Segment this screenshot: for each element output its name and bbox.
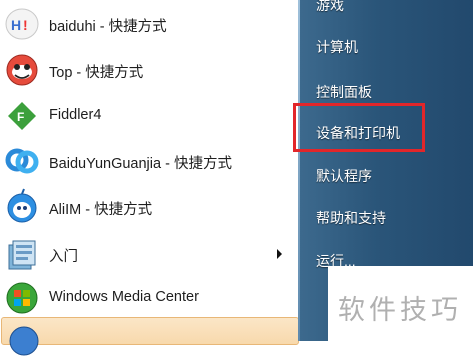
aliim-icon <box>7 188 37 223</box>
program-item-aliim[interactable]: AliIM - 快捷方式 <box>0 185 298 229</box>
program-label: Fiddler4 <box>49 107 102 123</box>
program-label: 入门 <box>49 249 78 265</box>
svg-text:!: ! <box>23 17 28 33</box>
menu-item-help-and-support[interactable]: 帮助和支持 <box>316 208 386 228</box>
baiduyun-icon <box>5 148 39 174</box>
partial-program-icon <box>9 326 39 356</box>
program-label: baiduhi - 快捷方式 <box>49 19 167 35</box>
svg-text:H: H <box>11 17 21 33</box>
menu-item-games[interactable]: 游戏 <box>316 0 344 15</box>
watermark-text: 软件技巧 <box>338 295 462 326</box>
program-label: BaiduYunGuanjia - 快捷方式 <box>49 156 232 172</box>
getting-started-icon <box>8 240 36 270</box>
program-item-fiddler4[interactable]: F Fiddler4 <box>0 94 298 138</box>
watermark: 软件技巧 <box>328 266 473 341</box>
fiddler-icon: F <box>8 102 36 130</box>
program-label: AliIM - 快捷方式 <box>49 202 153 218</box>
program-item-baiduhi[interactable]: H ! baiduhi - 快捷方式 <box>0 2 298 46</box>
programs-list: H ! baiduhi - 快捷方式 Top - 快捷方式 F Fiddler4… <box>0 0 299 356</box>
program-item-windows-media-center[interactable]: Windows Media Center <box>0 276 298 320</box>
menu-item-computer[interactable]: 计算机 <box>316 37 358 57</box>
program-item-baiduyunguanjia[interactable]: BaiduYunGuanjia - 快捷方式 <box>0 139 298 183</box>
program-item-top[interactable]: Top - 快捷方式 <box>0 48 298 92</box>
menu-item-default-programs[interactable]: 默认程序 <box>316 166 372 186</box>
program-item-getting-started[interactable]: 入门 <box>0 232 298 276</box>
baiduhi-icon: H ! <box>5 8 39 40</box>
highlight-box <box>293 103 425 152</box>
svg-text:F: F <box>17 110 24 124</box>
program-label: Windows Media Center <box>49 289 199 305</box>
submenu-arrow-icon <box>277 249 282 259</box>
program-label: Top - 快捷方式 <box>49 65 144 81</box>
windows-media-center-icon <box>6 282 38 314</box>
top-icon <box>6 54 38 86</box>
menu-item-control-panel[interactable]: 控制面板 <box>316 82 372 102</box>
